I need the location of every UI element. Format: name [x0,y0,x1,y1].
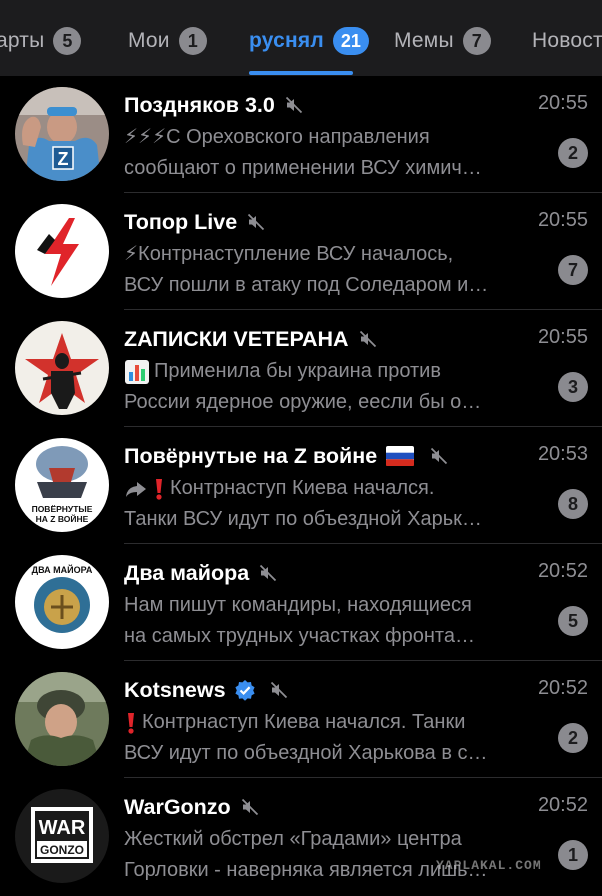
chat-row-kotsnews[interactable]: Kotsnews 20:52 Контрнаступ Киева начался… [0,661,602,778]
muted-speaker-icon [247,213,265,231]
bar-chart-emoji-icon [124,359,150,385]
chat-title: Два майора [124,560,250,585]
muted-speaker-icon [259,564,277,582]
chat-row-povernutye[interactable]: ПОВЁРНУТЫЕ НА Z ВОЙНЕ Повёрнутые на Z во… [0,427,602,544]
russian-flag-icon [386,446,415,466]
tab-novosti[interactable]: Новост [532,26,602,56]
chat-row-zapiski-veterana[interactable]: ZАПИСКИ VЕТЕРАНА 20:55 Применила бы укра… [0,310,602,427]
muted-speaker-icon [430,447,448,465]
avatar [15,321,109,415]
chat-preview: Контрнаступ Киева начался. Танки ВСУ иду… [124,707,550,769]
avatar: WAR GONZO [15,789,109,883]
tab-moi[interactable]: Мои 1 [128,26,207,56]
tab-label: Мои [128,29,170,52]
muted-speaker-icon [270,681,288,699]
preview-line: ВСУ идут по объездной Харькова в с… [124,742,488,764]
chat-preview: Применила бы украина против России ядерн… [124,356,550,418]
avatar [15,672,109,766]
chat-time: 20:52 [537,794,588,816]
exclamation-mark-icon [124,711,138,735]
chat-time: 20:52 [537,560,588,582]
tab-rusnya[interactable]: руснял 21 [249,26,369,56]
unread-count-badge: 5 [558,606,588,636]
preview-line: сообщают о применении ВСУ химич… [124,157,482,179]
chat-title: Повёрнутые на Z войне [124,443,378,468]
avatar-caption: ПОВЁРНУТЫЕ [32,504,93,514]
chat-title: WarGonzo [124,794,231,819]
tab-arty[interactable]: арты 5 [0,26,82,56]
tab-memy[interactable]: Мемы 7 [394,26,491,56]
verified-badge-icon [234,679,256,701]
tab-unread-badge: 21 [332,27,369,55]
avatar-caption: WAR [39,817,86,839]
unread-count-badge: 2 [558,138,588,168]
folder-tab-bar: арты 5 Мои 1 руснял 21 Мемы 7 Новост [0,0,602,76]
chat-title: Топор Live [124,209,238,234]
unread-count-badge: 8 [558,489,588,519]
chat-preview: Жесткий обстрел «Градами» центра Горловк… [124,824,550,886]
tab-label: Мемы [394,29,454,52]
tab-label: Новост [532,29,602,52]
chat-preview: Контрнаступ Киева начался. Танки ВСУ иду… [124,473,550,535]
tab-unread-badge: 5 [53,27,82,55]
preview-line: ⚡⚡⚡С Ореховского направления [124,126,430,148]
chat-time: 20:55 [537,209,588,231]
chat-time: 20:55 [537,326,588,348]
preview-line: России ядерное оружие, еесли бы о… [124,391,482,413]
muted-speaker-icon [285,96,303,114]
unread-count-badge: 1 [558,840,588,870]
site-watermark: YAPLAKAL.COM [436,858,542,873]
avatar: ДВА МАЙОРА [15,555,109,649]
preview-line: Контрнаступ Киева начался. Танки [142,711,466,733]
preview-line: Контрнаступ Киева начался. [170,477,435,499]
svg-text:Z: Z [58,149,69,169]
tab-label: арты [0,29,45,52]
preview-line: на самых трудных участках фронта… [124,625,475,647]
chat-preview: ⚡Контрнаступление ВСУ началось, ВСУ пошл… [124,239,550,301]
chat-title: ZАПИСКИ VЕТЕРАНА [124,326,349,351]
chat-list: Z Поздняков 3.0 20:55 ⚡⚡⚡С Ореховского н… [0,76,602,895]
chat-row-wargonzo[interactable]: WAR GONZO WarGonzo 20:52 Жесткий обстрел… [0,778,602,895]
unread-count-badge: 7 [558,255,588,285]
preview-line: Нам пишут командиры, находящиеся [124,594,472,616]
active-tab-indicator [249,71,353,75]
chat-title: Kotsnews [124,677,226,702]
avatar: ПОВЁРНУТЫЕ НА Z ВОЙНЕ [15,438,109,532]
preview-line: ВСУ пошли в атаку под Соледаром и… [124,274,489,296]
preview-line: Жесткий обстрел «Градами» центра [124,828,462,850]
chat-time: 20:52 [537,677,588,699]
chat-preview: ⚡⚡⚡С Ореховского направления сообщают о … [124,122,550,184]
avatar: Z [15,87,109,181]
tab-unread-badge: 1 [178,27,207,55]
tab-unread-badge: 7 [462,27,491,55]
preview-line: Применила бы украина против [154,360,441,382]
chat-time: 20:53 [537,443,588,465]
preview-line: Танки ВСУ идут по объездной Харьк… [124,508,482,530]
muted-speaker-icon [241,798,259,816]
tab-label: руснял [249,29,324,52]
unread-count-badge: 3 [558,372,588,402]
preview-line: ⚡Контрнаступление ВСУ началось, [124,243,454,265]
chat-time: 20:55 [537,92,588,114]
avatar-caption: НА Z ВОЙНЕ [36,513,89,524]
exclamation-mark-icon [152,477,166,501]
chat-row-pozdnyakov[interactable]: Z Поздняков 3.0 20:55 ⚡⚡⚡С Ореховского н… [0,76,602,193]
muted-speaker-icon [359,330,377,348]
chat-title: Поздняков 3.0 [124,92,275,117]
avatar [15,204,109,298]
chat-row-dva-mayora[interactable]: ДВА МАЙОРА Два майора 20:52 Нам пишут ко… [0,544,602,661]
avatar-caption: GONZO [40,843,84,857]
chat-preview: Нам пишут командиры, находящиеся на самы… [124,590,550,652]
chat-row-topor-live[interactable]: Топор Live 20:55 ⚡Контрнаступление ВСУ н… [0,193,602,310]
avatar-caption: ДВА МАЙОРА [32,564,93,575]
unread-count-badge: 2 [558,723,588,753]
forward-arrow-icon [124,477,148,501]
